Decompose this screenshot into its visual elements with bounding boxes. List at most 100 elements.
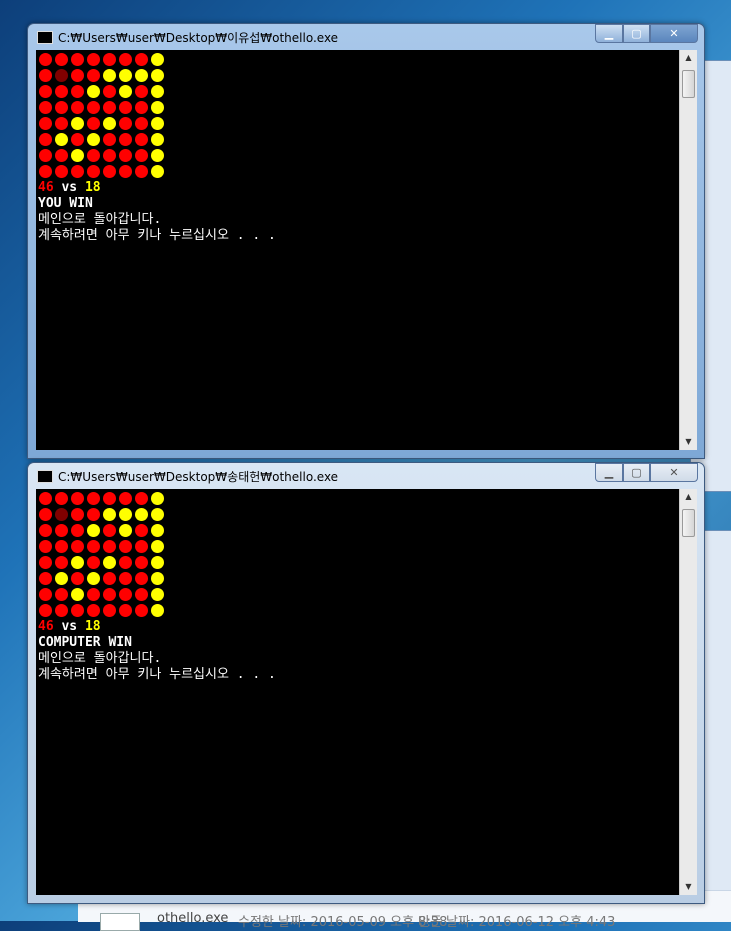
scroll-down-arrow-icon[interactable]: ▼ [680,434,697,450]
red-disc [135,133,148,146]
red-disc [103,165,116,178]
yellow-disc [151,508,164,521]
red-disc [39,53,52,66]
red-disc [39,572,52,585]
minimize-button[interactable]: ▁ [595,24,623,43]
console-app-icon [37,31,53,44]
red-disc [87,556,100,569]
yellow-disc [119,524,132,537]
red-disc [39,588,52,601]
yellow-disc [103,117,116,130]
console-window-2[interactable]: C:₩Users₩user₩Desktop₩송태헌₩othello.exe ▁ … [27,462,705,904]
red-disc [103,149,116,162]
console-window-1[interactable]: C:₩Users₩user₩Desktop₩이유섭₩othello.exe ▁ … [27,23,705,459]
yellow-disc [103,69,116,82]
red-disc [39,524,52,537]
minimize-button[interactable]: ▁ [595,463,623,482]
yellow-disc [151,101,164,114]
red-disc [103,85,116,98]
red-disc [71,53,84,66]
yellow-disc [151,85,164,98]
yellow-disc [71,149,84,162]
yellow-disc [87,524,100,537]
vertical-scrollbar[interactable]: ▲ ▼ [679,489,697,895]
player-score: 46 [38,180,54,195]
file-name: othello.exe [157,911,229,926]
red-disc [135,85,148,98]
red-disc [39,165,52,178]
red-disc [71,540,84,553]
red-disc [55,53,68,66]
window-title: C:₩Users₩user₩Desktop₩이유섭₩othello.exe [58,31,339,45]
maximize-button[interactable]: ▢ [623,24,650,43]
red-disc [103,492,116,505]
score-vs: vs [61,619,78,634]
vertical-scrollbar[interactable]: ▲ ▼ [679,50,697,450]
console-output[interactable]: 46 vs 18 COMPUTER WIN 메인으로 돌아갑니다. 계속하려면 … [36,489,679,895]
red-disc [39,149,52,162]
return-main-text: 메인으로 돌아갑니다. [38,212,162,227]
yellow-disc [103,508,116,521]
yellow-disc [103,556,116,569]
red-disc [55,540,68,553]
red-disc [87,117,100,130]
red-disc [135,572,148,585]
yellow-disc [135,69,148,82]
scroll-up-arrow-icon[interactable]: ▲ [680,50,697,66]
console-app-icon [37,470,53,483]
red-disc [71,524,84,537]
file-icon [100,913,140,931]
yellow-disc [135,508,148,521]
red-disc [103,101,116,114]
yellow-disc [151,604,164,617]
yellow-disc [119,69,132,82]
red-disc [55,149,68,162]
maximize-button[interactable]: ▢ [623,463,650,482]
red-disc [55,556,68,569]
red-disc [39,117,52,130]
yellow-disc [71,556,84,569]
red-disc [55,117,68,130]
scroll-down-arrow-icon[interactable]: ▼ [680,879,697,895]
red-disc [55,101,68,114]
title-bar[interactable]: C:₩Users₩user₩Desktop₩송태헌₩othello.exe ▁ … [28,463,704,489]
close-button[interactable]: ✕ [650,463,698,482]
yellow-disc [87,85,100,98]
red-disc [87,149,100,162]
yellow-disc [55,133,68,146]
red-disc [135,540,148,553]
yellow-disc [151,540,164,553]
red-disc [135,165,148,178]
close-button[interactable]: ✕ [650,24,698,43]
press-any-key-text: 계속하려면 아무 키나 누르십시오 . . . [38,667,276,682]
red-disc [119,133,132,146]
red-disc [103,524,116,537]
title-bar[interactable]: C:₩Users₩user₩Desktop₩이유섭₩othello.exe ▁ … [28,24,704,50]
scroll-thumb[interactable] [682,509,695,537]
red-disc [39,540,52,553]
red-disc [87,540,100,553]
red-disc [103,53,116,66]
scroll-up-arrow-icon[interactable]: ▲ [680,489,697,505]
red-disc [103,604,116,617]
red-disc [71,69,84,82]
yellow-disc [151,492,164,505]
red-disc [135,149,148,162]
red-disc [71,101,84,114]
othello-board [38,491,166,619]
yellow-disc [119,508,132,521]
cursor-disc [55,508,68,521]
red-disc [119,572,132,585]
red-disc [135,524,148,537]
red-disc [103,572,116,585]
yellow-disc [71,588,84,601]
scroll-thumb[interactable] [682,70,695,98]
red-disc [71,492,84,505]
computer-score: 18 [84,180,101,195]
red-disc [39,604,52,617]
red-disc [39,508,52,521]
red-disc [71,165,84,178]
red-disc [39,69,52,82]
console-output[interactable]: 46 vs 18 YOU WIN 메인으로 돌아갑니다. 계속하려면 아무 키나… [36,50,679,450]
red-disc [135,604,148,617]
